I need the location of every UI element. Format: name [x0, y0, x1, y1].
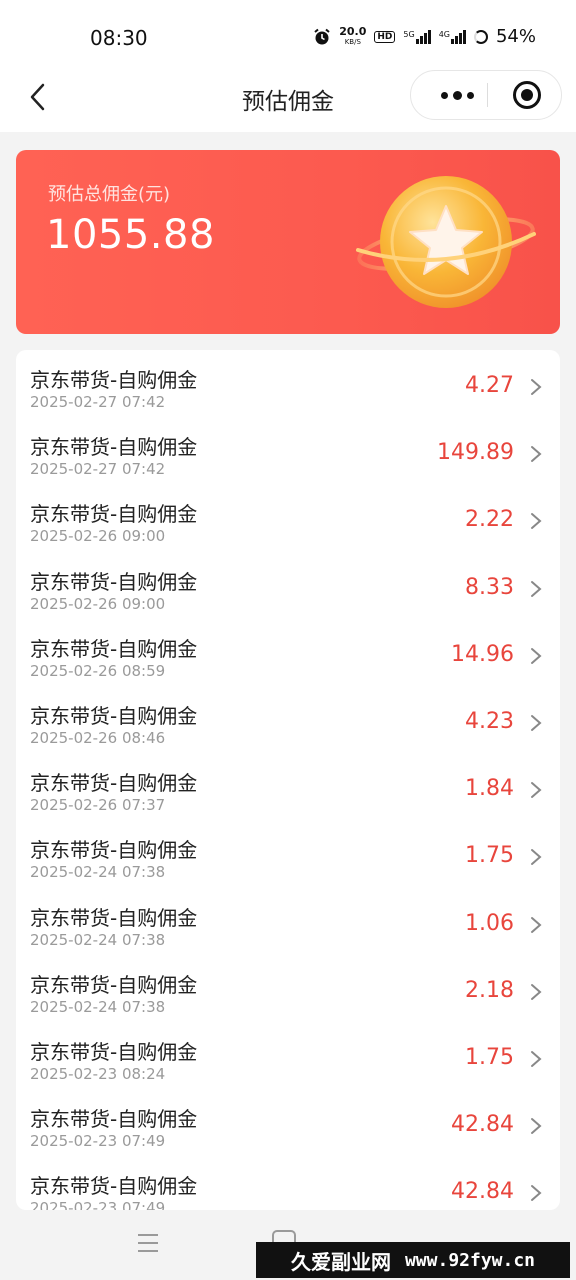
record-date: 2025-02-23 08:24	[30, 1064, 166, 1083]
list-item[interactable]: 京东带货-自购佣金 2025-02-23 07:49 42.84	[16, 1089, 560, 1156]
menu-icon[interactable]	[136, 1232, 160, 1254]
record-date: 2025-02-24 07:38	[30, 863, 166, 882]
record-title: 京东带货-自购佣金	[30, 569, 198, 594]
chevron-right-icon	[531, 647, 542, 664]
record-amount: 149.89	[437, 440, 514, 466]
record-amount: 4.27	[465, 373, 514, 398]
record-title: 京东带货-自购佣金	[30, 703, 198, 728]
record-amount: 42.84	[451, 1179, 514, 1205]
record-title: 京东带货-自购佣金	[30, 636, 198, 661]
chevron-right-icon	[531, 782, 542, 799]
watermark: 久爱副业网 www.92fyw.cn	[256, 1242, 570, 1278]
hd-badge: HD	[374, 30, 396, 43]
signal-5g-label: 5G	[403, 29, 415, 39]
list-item[interactable]: 京东带货-自购佣金 2025-02-27 07:42 4.27	[16, 350, 560, 417]
capsule-divider	[487, 83, 488, 107]
summary-amount: 1055.88	[46, 212, 215, 258]
record-date: 2025-02-24 07:38	[30, 997, 166, 1016]
list-item[interactable]: 京东带货-自购佣金 2025-02-26 09:00 8.33	[16, 552, 560, 619]
alarm-icon	[314, 28, 330, 44]
record-date: 2025-02-27 07:42	[30, 393, 166, 411]
nav-bar: 预估佣金	[0, 62, 576, 132]
net-speed-unit: KB/S	[344, 37, 361, 46]
record-date: 2025-02-23 07:49	[30, 1132, 166, 1151]
list-item[interactable]: 京东带货-自购佣金 2025-02-27 07:42 149.89	[16, 417, 560, 484]
chevron-right-icon	[531, 983, 542, 1000]
list-item[interactable]: 京东带货-自购佣金 2025-02-26 07:37 1.84	[16, 753, 560, 820]
chevron-right-icon	[531, 1185, 542, 1202]
signal-4g: 4G	[438, 29, 466, 44]
signal-bars-icon	[415, 29, 431, 44]
chevron-right-icon	[531, 1050, 542, 1067]
signal-bars-icon	[450, 29, 466, 44]
commission-list: 京东带货-自购佣金 2025-02-27 07:42 4.27 京东带货-自购佣…	[16, 350, 560, 1210]
more-dots-icon	[466, 91, 474, 99]
record-title: 京东带货-自购佣金	[30, 905, 198, 930]
record-amount: 14.96	[451, 641, 514, 667]
star-coin-icon	[356, 176, 536, 308]
more-dots-icon	[440, 91, 448, 99]
chevron-right-icon	[531, 513, 542, 530]
chevron-right-icon	[531, 379, 542, 395]
chevron-right-icon	[531, 446, 542, 463]
record-title: 京东带货-自购佣金	[30, 1174, 198, 1199]
list-item[interactable]: 京东带货-自购佣金 2025-02-23 08:24 1.75	[16, 1022, 560, 1089]
record-title: 京东带货-自购佣金	[30, 972, 198, 997]
more-button[interactable]	[429, 71, 485, 119]
record-amount: 1.75	[465, 1044, 514, 1070]
record-title: 京东带货-自购佣金	[30, 838, 198, 863]
chevron-right-icon	[531, 1118, 542, 1135]
watermark-text: 久爱副业网	[290, 1249, 391, 1274]
record-date: 2025-02-23 07:49	[30, 1199, 166, 1210]
chevron-right-icon	[531, 916, 542, 933]
summary-label: 预估总佣金(元)	[48, 184, 171, 205]
record-amount: 4.23	[465, 708, 514, 734]
record-date: 2025-02-26 09:00	[30, 527, 166, 546]
record-date: 2025-02-26 07:37	[30, 796, 166, 815]
battery-icon	[473, 29, 488, 44]
more-dots-icon	[452, 90, 462, 100]
list-item[interactable]: 京东带货-自购佣金 2025-02-24 07:38 2.18	[16, 955, 560, 1022]
record-date: 2025-02-24 07:38	[30, 930, 166, 949]
status-time: 08:30	[90, 26, 148, 50]
watermark-url: www.92fyw.cn	[404, 1249, 536, 1271]
list-item[interactable]: 京东带货-自购佣金 2025-02-24 07:38 1.06	[16, 888, 560, 955]
chevron-right-icon	[531, 580, 542, 597]
record-date: 2025-02-27 07:42	[30, 460, 166, 479]
record-amount: 1.84	[465, 776, 514, 802]
record-title: 京东带货-自购佣金	[30, 435, 198, 460]
list-item[interactable]: 京东带货-自购佣金 2025-02-26 09:00 2.22	[16, 484, 560, 551]
net-speed-value: 20.0	[339, 24, 367, 38]
commission-summary-card: 预估总佣金(元) 1055.88	[16, 150, 560, 334]
record-title: 京东带货-自购佣金	[30, 1039, 198, 1064]
record-title: 京东带货-自购佣金	[30, 771, 198, 796]
net-speed: 20.0 KB/S	[339, 24, 367, 47]
record-title: 京东带货-自购佣金	[30, 368, 198, 392]
record-amount: 1.75	[465, 843, 514, 869]
record-amount: 2.18	[465, 977, 514, 1003]
record-title: 京东带货-自购佣金	[30, 1107, 198, 1132]
record-date: 2025-02-26 08:59	[30, 661, 166, 680]
record-title: 京东带货-自购佣金	[30, 502, 198, 527]
record-amount: 2.22	[465, 507, 514, 533]
chevron-right-icon	[531, 714, 542, 731]
record-date: 2025-02-26 09:00	[30, 594, 166, 613]
mini-program-capsule	[410, 70, 562, 120]
chevron-right-icon	[531, 849, 542, 866]
list-item[interactable]: 京东带货-自购佣金 2025-02-26 08:46 4.23	[16, 686, 560, 753]
record-amount: 42.84	[451, 1112, 514, 1138]
battery-percent: 54%	[495, 26, 536, 47]
status-icons: 20.0 KB/S HD 5G 4G 54%	[313, 26, 536, 47]
close-miniprogram-button[interactable]	[513, 81, 541, 109]
record-date: 2025-02-26 08:46	[30, 728, 166, 747]
list-item[interactable]: 京东带货-自购佣金 2025-02-24 07:38 1.75	[16, 820, 560, 887]
record-amount: 1.06	[465, 910, 514, 936]
record-amount: 8.33	[465, 574, 514, 600]
signal-5g: 5G	[403, 29, 431, 44]
list-item[interactable]: 京东带货-自购佣金 2025-02-23 07:49 42.84	[16, 1156, 560, 1210]
signal-4g-label: 4G	[438, 29, 450, 39]
list-item[interactable]: 京东带货-自购佣金 2025-02-26 08:59 14.96	[16, 619, 560, 686]
